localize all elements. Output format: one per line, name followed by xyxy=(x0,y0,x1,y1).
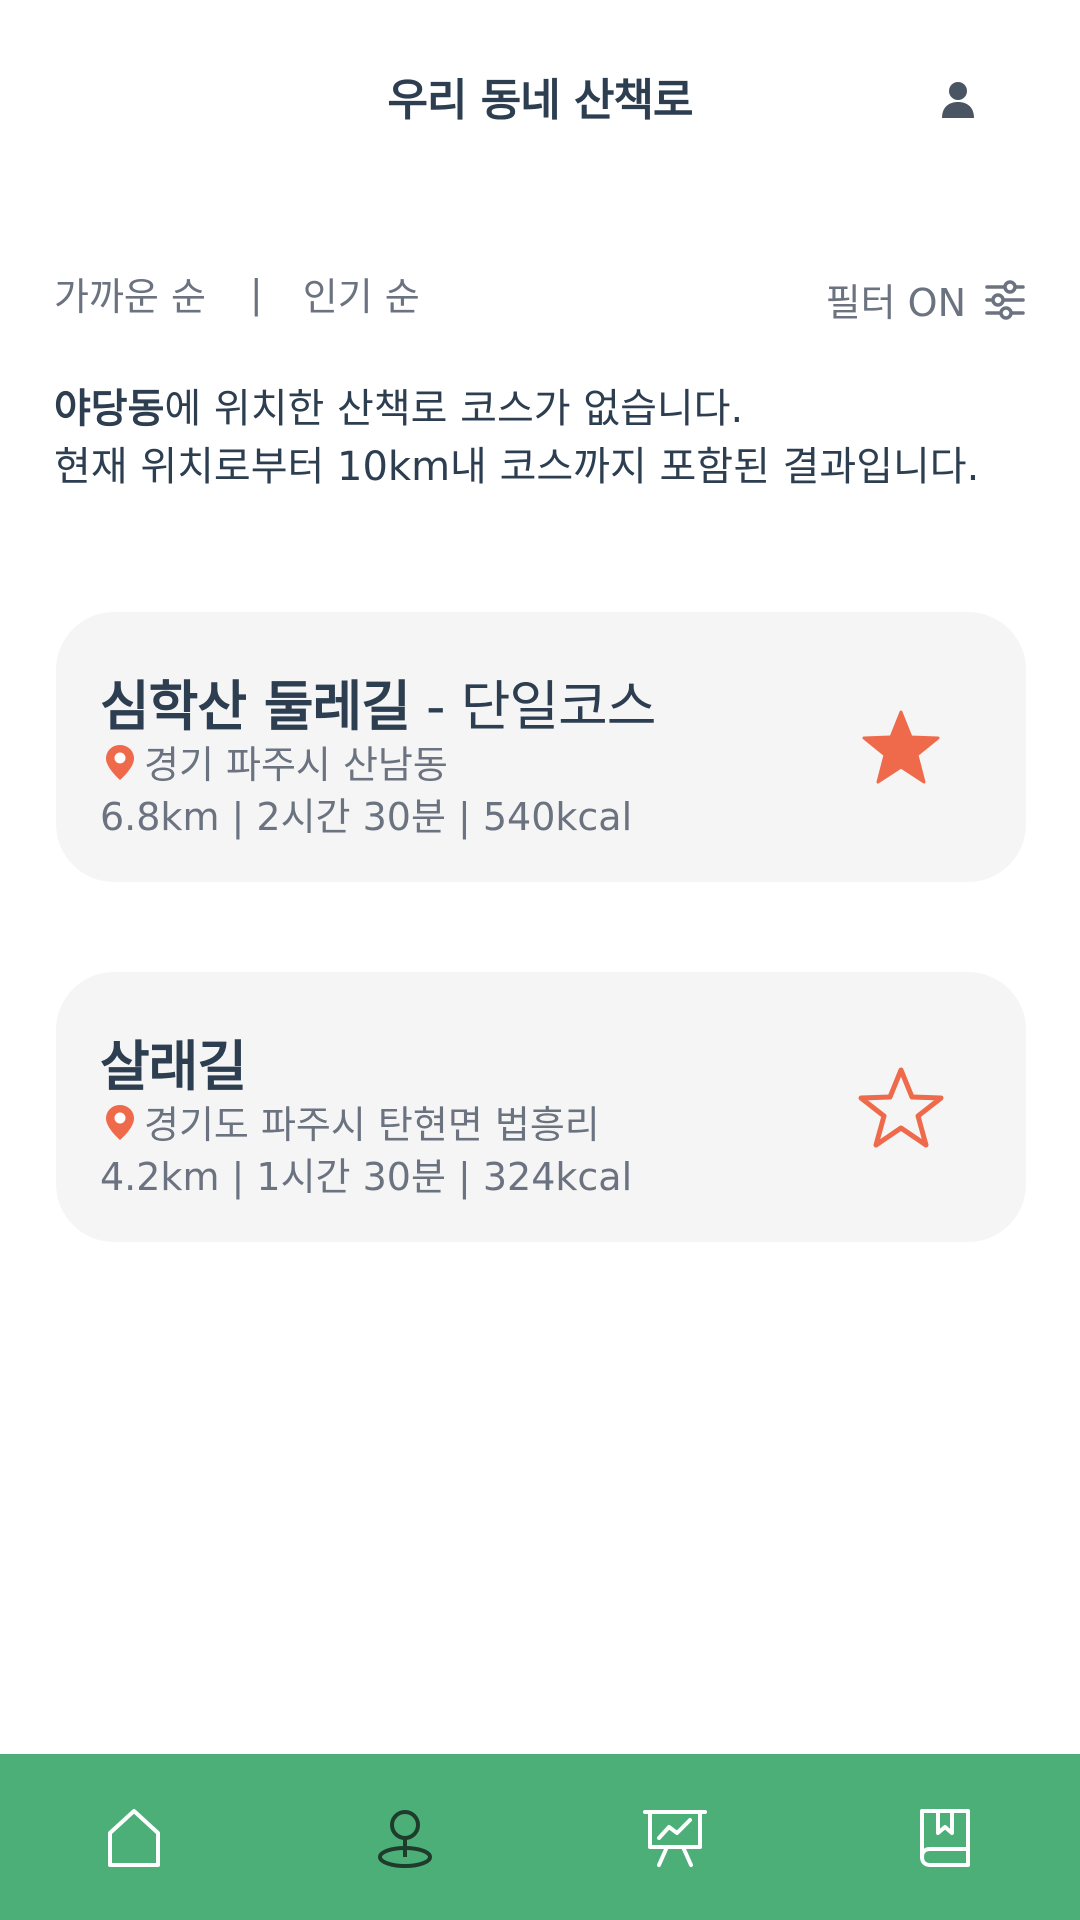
nav-home[interactable] xyxy=(94,1798,174,1878)
page-title: 우리 동네 산책로 xyxy=(387,75,694,126)
course-location: 경기 파주시 산남동 xyxy=(100,734,448,789)
course-location-text: 경기도 파주시 탄현면 법흥리 xyxy=(144,1103,600,1147)
course-name: 심학산 둘레길 xyxy=(100,675,411,738)
course-location: 경기도 파주시 탄현면 법흥리 xyxy=(100,1094,600,1149)
home-icon xyxy=(108,1809,160,1867)
presentation-chart-icon xyxy=(643,1810,707,1867)
book-icon xyxy=(920,1809,970,1867)
map-pin-icon xyxy=(378,1810,432,1868)
no-results-notice: 야당동에 위치한 산책로 코스가 없습니다. 현재 위치로부터 10km내 코스… xyxy=(54,380,1034,496)
course-title: 살래길 xyxy=(100,1022,247,1101)
course-location-text: 경기 파주시 산남동 xyxy=(144,743,448,787)
course-stats: 4.2km | 1시간 30분 | 324kcal xyxy=(100,1155,633,1199)
nav-map[interactable] xyxy=(365,1798,445,1878)
course-type: - 단일코스 xyxy=(409,675,656,738)
current-neighborhood: 야당동 xyxy=(54,386,165,432)
location-pin-icon xyxy=(106,744,134,780)
filter-label: 필터 ON xyxy=(825,281,966,325)
star-filled-icon xyxy=(862,710,940,784)
location-pin-icon xyxy=(106,1104,134,1140)
filter-button[interactable]: 필터 ON xyxy=(826,272,1026,327)
favorite-button[interactable] xyxy=(856,1062,946,1152)
sort-nearest-tab[interactable]: 가까운 순 xyxy=(54,266,206,321)
course-card[interactable]: 심학산 둘레길 - 단일코스 경기 파주시 산남동 6.8km | 2시간 30… xyxy=(56,612,1026,882)
notice-line-2: 현재 위치로부터 10km내 코스까지 포함된 결과입니다. xyxy=(54,444,980,490)
nav-bookmarks[interactable] xyxy=(905,1798,985,1878)
sliders-icon xyxy=(985,279,1025,320)
favorite-button[interactable] xyxy=(856,702,946,792)
app-header: 우리 동네 산책로 xyxy=(0,0,1080,200)
notice-line-1-text: 에 위치한 산책로 코스가 없습니다. xyxy=(164,386,744,432)
course-name: 살래길 xyxy=(100,1035,247,1098)
notice-line-1: 야당동에 위치한 산책로 코스가 없습니다. xyxy=(54,380,1034,438)
user-icon xyxy=(942,82,974,118)
nav-stats[interactable] xyxy=(635,1798,715,1878)
course-stats: 6.8km | 2시간 30분 | 540kcal xyxy=(100,795,633,839)
star-outline-icon xyxy=(858,1067,944,1148)
bottom-navigation xyxy=(0,1754,1080,1920)
course-card[interactable]: 살래길 경기도 파주시 탄현면 법흥리 4.2km | 1시간 30분 | 32… xyxy=(56,972,1026,1242)
sort-options: 가까운 순 | 인기 순 xyxy=(54,266,420,321)
profile-button[interactable] xyxy=(930,72,986,128)
sort-popular-tab[interactable]: 인기 순 xyxy=(303,266,420,321)
course-title: 심학산 둘레길 - 단일코스 xyxy=(100,662,656,741)
sort-divider: | xyxy=(249,271,263,316)
